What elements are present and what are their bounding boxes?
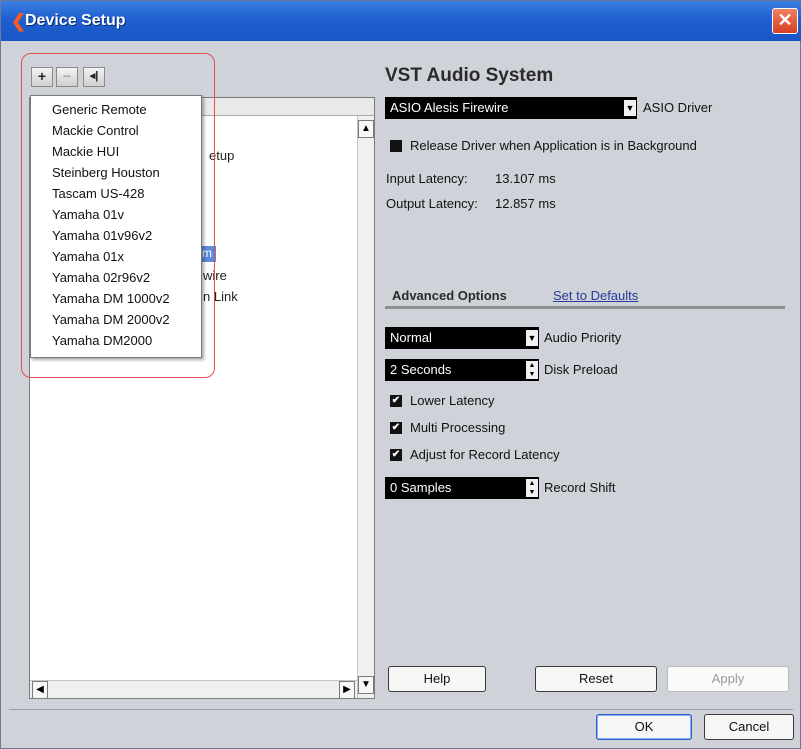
spin-arrows-icon: ▲ ▼ <box>526 361 538 379</box>
record-shift-label: Record Shift <box>544 480 616 495</box>
audio-priority-label: Audio Priority <box>544 330 622 345</box>
scroll-left-button[interactable]: ◀ <box>32 681 48 699</box>
advanced-options-heading: Advanced Options <box>392 288 507 303</box>
set-to-defaults-link[interactable]: Set to Defaults <box>553 288 638 303</box>
spin-arrows-icon: ▲ ▼ <box>526 479 538 497</box>
release-driver-label: Release Driver when Application is in Ba… <box>410 138 697 153</box>
multi-processing-label: Multi Processing <box>410 420 506 435</box>
reset-button[interactable]: Reset <box>535 666 657 692</box>
disk-preload-value: 2 Seconds <box>390 362 452 377</box>
input-latency-label: Input Latency: <box>386 171 468 186</box>
input-latency-value: 13.107 ms <box>495 171 556 186</box>
apply-button[interactable]: Apply <box>667 666 789 692</box>
window-title: Device Setup <box>25 12 126 29</box>
highlight-annotation <box>21 53 215 378</box>
multi-processing-checkbox[interactable]: ✔ <box>390 422 402 434</box>
footer-divider <box>9 709 793 710</box>
vst-audio-system-heading: VST Audio System <box>385 65 554 86</box>
device-setup-window: ❮ Device Setup ✕ + − ◂| ▲ ▼ ◀ ▶ etup m w… <box>0 0 801 749</box>
release-driver-checkbox[interactable] <box>390 140 402 152</box>
disk-preload-label: Disk Preload <box>544 362 618 377</box>
output-latency-label: Output Latency: <box>386 196 478 211</box>
advanced-options-divider <box>385 306 785 309</box>
vertical-scrollbar[interactable]: ▲ ▼ <box>357 116 374 698</box>
record-shift-stepper[interactable]: 0 Samples ▲ ▼ <box>385 477 539 499</box>
audio-priority-select[interactable]: Normal ▼ <box>385 327 539 349</box>
scroll-down-button[interactable]: ▼ <box>358 676 374 694</box>
asio-driver-select[interactable]: ASIO Alesis Firewire ▼ <box>385 97 637 119</box>
output-latency-value: 12.857 ms <box>495 196 556 211</box>
title-bar: ❮ Device Setup ✕ <box>1 1 801 41</box>
chevron-down-icon: ▼ <box>624 100 636 116</box>
lower-latency-label: Lower Latency <box>410 393 495 408</box>
lower-latency-checkbox[interactable]: ✔ <box>390 395 402 407</box>
scroll-right-button[interactable]: ▶ <box>339 681 355 699</box>
cancel-button[interactable]: Cancel <box>704 714 794 740</box>
adjust-record-latency-checkbox[interactable]: ✔ <box>390 449 402 461</box>
help-button[interactable]: Help <box>388 666 486 692</box>
audio-priority-value: Normal <box>390 330 432 345</box>
cubase-logo-icon: ❮ <box>11 11 27 31</box>
chevron-down-icon: ▼ <box>526 330 538 346</box>
asio-driver-value: ASIO Alesis Firewire <box>390 100 509 115</box>
ok-button[interactable]: OK <box>596 714 692 740</box>
asio-driver-label: ASIO Driver <box>643 100 713 115</box>
adjust-record-latency-label: Adjust for Record Latency <box>410 447 560 462</box>
disk-preload-stepper[interactable]: 2 Seconds ▲ ▼ <box>385 359 539 381</box>
horizontal-scrollbar[interactable]: ◀ ▶ <box>30 680 357 699</box>
close-button[interactable]: ✕ <box>772 8 798 34</box>
record-shift-value: 0 Samples <box>390 480 452 495</box>
scroll-up-button[interactable]: ▲ <box>358 120 374 138</box>
